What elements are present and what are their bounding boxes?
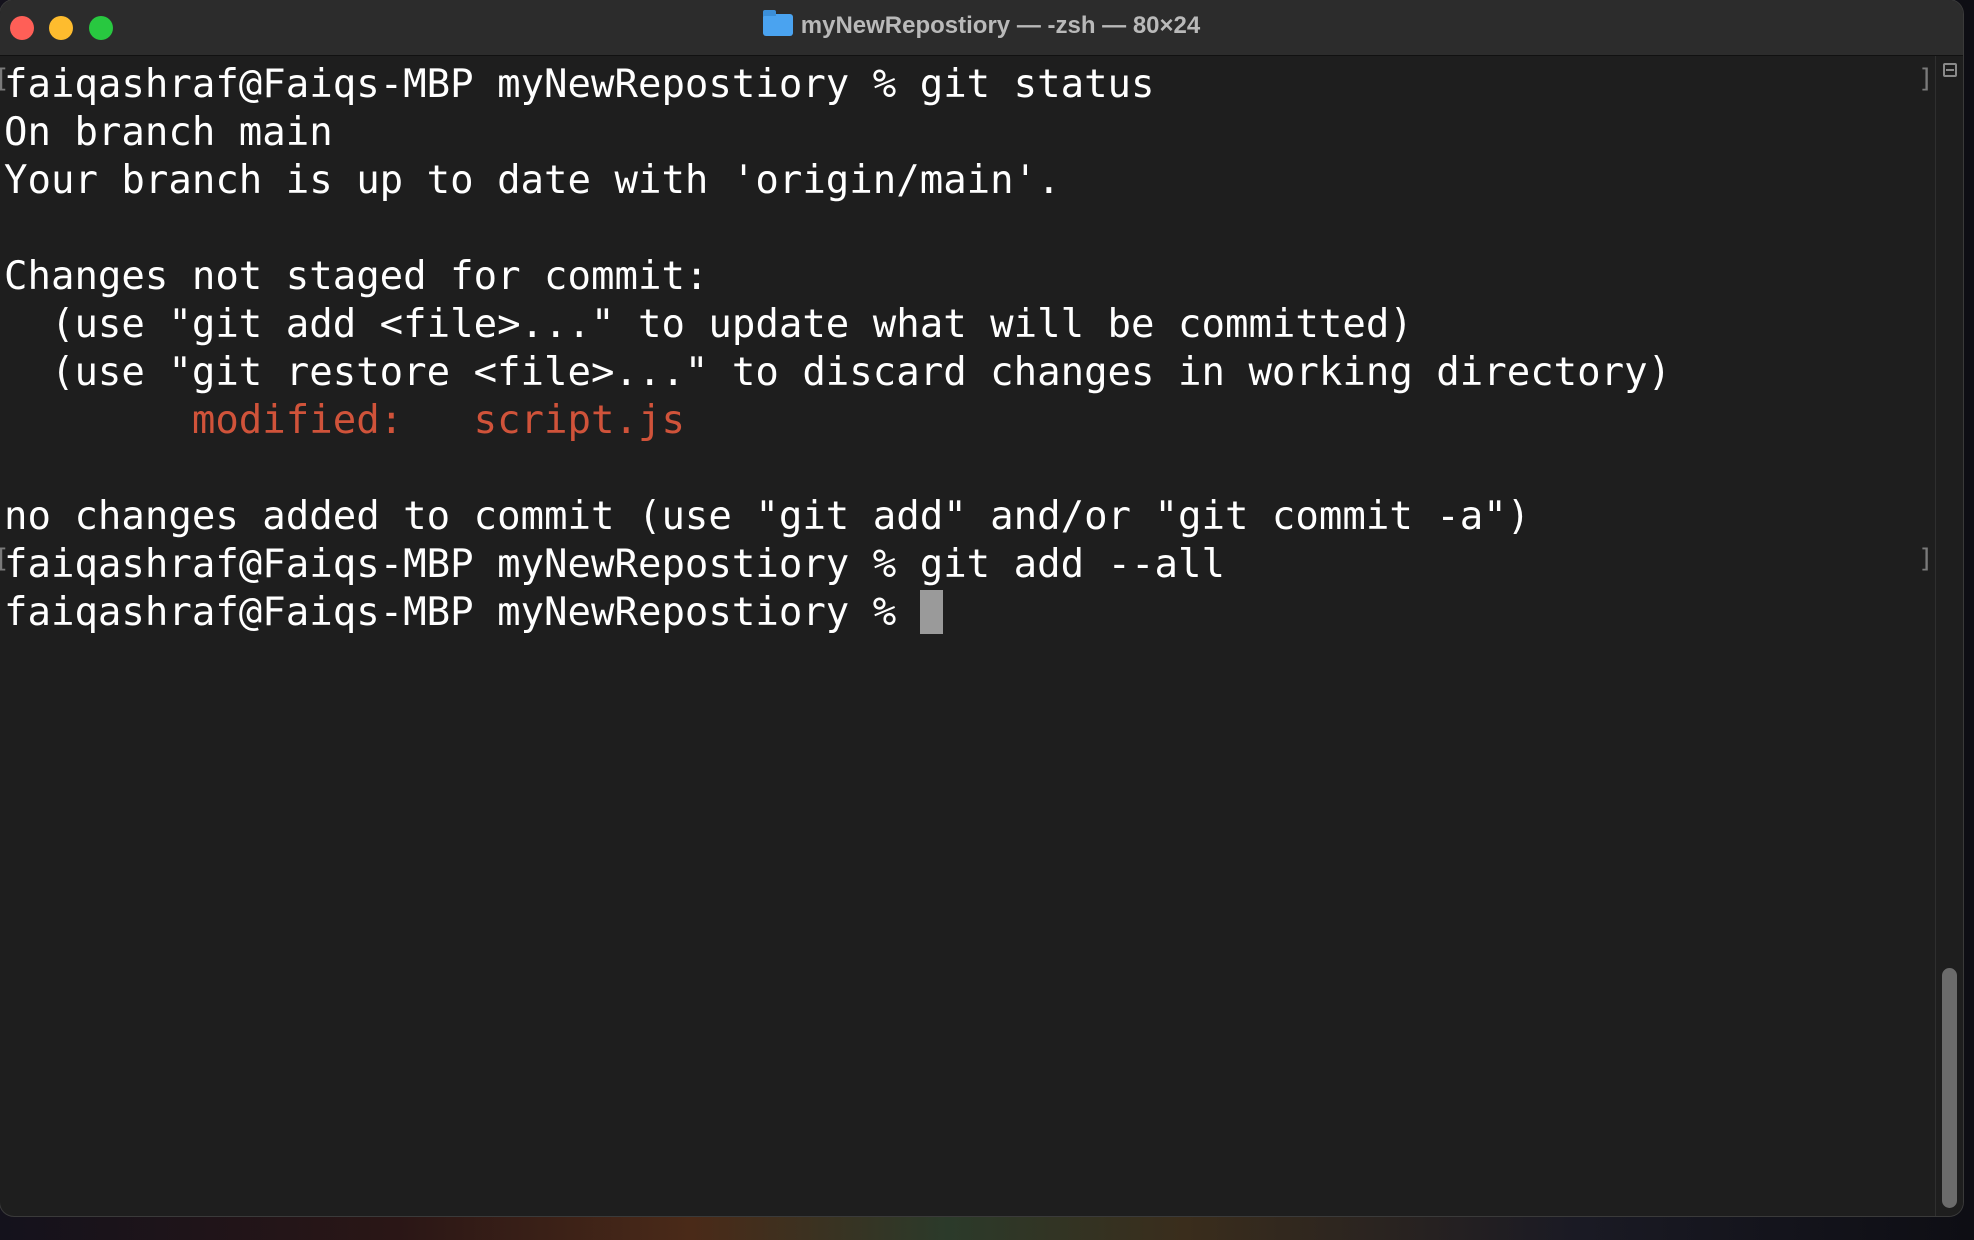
window-title-text: myNewRepostiory — -zsh — 80×24 bbox=[800, 12, 1201, 39]
mark-bracket-right: ] bbox=[1918, 64, 1934, 94]
terminal-line: On branch main bbox=[4, 110, 333, 155]
mark-bracket-left: [ bbox=[0, 64, 10, 94]
mark-bracket-right: ] bbox=[1918, 544, 1934, 574]
terminal-window[interactable]: myNewRepostiory — -zsh — 80×24 faiqashra… bbox=[0, 0, 1963, 1216]
terminal-line: (use "git add <file>..." to update what … bbox=[4, 302, 1413, 347]
terminal-line: faiqashraf@Faiqs-MBP myNewRepostiory % g… bbox=[4, 62, 1155, 107]
terminal-line: no changes added to commit (use "git add… bbox=[4, 494, 1531, 539]
terminal-line: (use "git restore <file>..." to discard … bbox=[4, 350, 1672, 395]
terminal-output[interactable]: faiqashraf@Faiqs-MBP myNewRepostiory % g… bbox=[0, 61, 1920, 1211]
terminal-line: Changes not staged for commit: bbox=[4, 254, 709, 299]
terminal-line: faiqashraf@Faiqs-MBP myNewRepostiory % g… bbox=[4, 542, 1225, 587]
terminal-prompt-line[interactable]: faiqashraf@Faiqs-MBP myNewRepostiory % bbox=[0, 589, 1920, 637]
window-titlebar[interactable]: myNewRepostiory — -zsh — 80×24 bbox=[0, 0, 1963, 56]
terminal-prompt: faiqashraf@Faiqs-MBP myNewRepostiory % bbox=[4, 590, 920, 635]
scroll-marks-icon[interactable] bbox=[1943, 63, 1957, 77]
terminal-line: Your branch is up to date with 'origin/m… bbox=[4, 158, 1061, 203]
desktop-background: myNewRepostiory — -zsh — 80×24 faiqashra… bbox=[0, 0, 1974, 1240]
window-title: myNewRepostiory — -zsh — 80×24 bbox=[0, 10, 1963, 40]
mark-bracket-left: [ bbox=[0, 544, 10, 574]
scrollbar-thumb[interactable] bbox=[1942, 968, 1957, 1208]
modified-file-entry: modified: script.js bbox=[4, 398, 685, 443]
folder-icon bbox=[762, 10, 793, 36]
terminal-line-modified: modified: script.js bbox=[0, 397, 1920, 445]
text-cursor bbox=[919, 590, 943, 634]
